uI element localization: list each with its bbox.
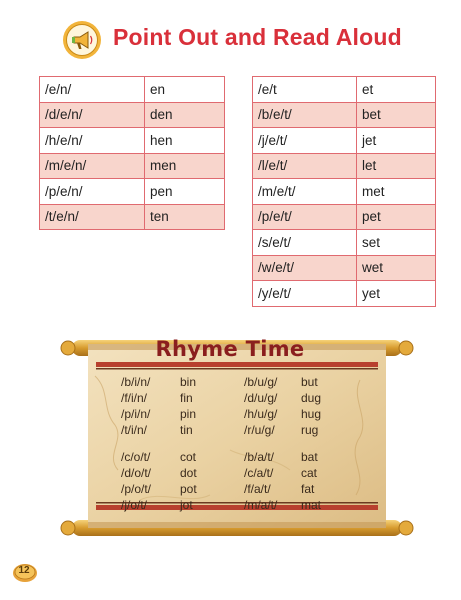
rhyme-word: cot	[180, 450, 197, 464]
rhyme-word: pot	[180, 482, 197, 496]
rhyme-phoneme: /c/a/t/	[244, 466, 274, 480]
rhyme-phoneme: /d/o/t/	[121, 466, 152, 480]
rhyme-word: dug	[301, 391, 322, 405]
rhyme-phoneme: /p/o/t/	[121, 482, 152, 496]
rhyme-phoneme: /b/a/t/	[244, 450, 275, 464]
rhyme-word: rug	[301, 423, 319, 437]
rhyme-phoneme: /t/i/n/	[121, 423, 148, 437]
rhyme-word: mat	[301, 498, 322, 512]
rhyme-word: pin	[180, 407, 197, 421]
rhyme-phoneme: /c/o/t/	[121, 450, 151, 464]
rhyme-phoneme: /p/i/n/	[121, 407, 151, 421]
rhyme-word: cat	[301, 466, 318, 480]
rhyme-phoneme: /b/u/g/	[244, 375, 278, 389]
rhyme-word: bat	[301, 450, 318, 464]
rhyme-word: bin	[180, 375, 197, 389]
rhyme-phoneme: /f/i/n/	[121, 391, 148, 405]
rhyme-phoneme: /m/a/t/	[244, 498, 278, 512]
rhyme-phoneme: /f/a/t/	[244, 482, 271, 496]
page-number: 12	[18, 565, 30, 576]
rhyme-word: jot	[180, 498, 193, 512]
rhyme-phoneme: /j/o/t/	[121, 498, 148, 512]
rhyme-phoneme: /h/u/g/	[244, 407, 278, 421]
rhyme-phoneme: /d/u/g/	[244, 391, 278, 405]
rhyme-word: fat	[301, 482, 315, 496]
rhyme-word-grid: /b/i/n/ bin /f/i/n/ fin /p/i/n/ pin /t/i…	[0, 0, 461, 600]
rhyme-word: hug	[301, 407, 322, 421]
rhyme-word: but	[301, 375, 318, 389]
rhyme-word: dot	[180, 466, 197, 480]
rhyme-phoneme: /b/i/n/	[121, 375, 151, 389]
rhyme-word: tin	[180, 423, 193, 437]
rhyme-word: fin	[180, 391, 193, 405]
rhyme-phoneme: /r/u/g/	[244, 423, 275, 437]
